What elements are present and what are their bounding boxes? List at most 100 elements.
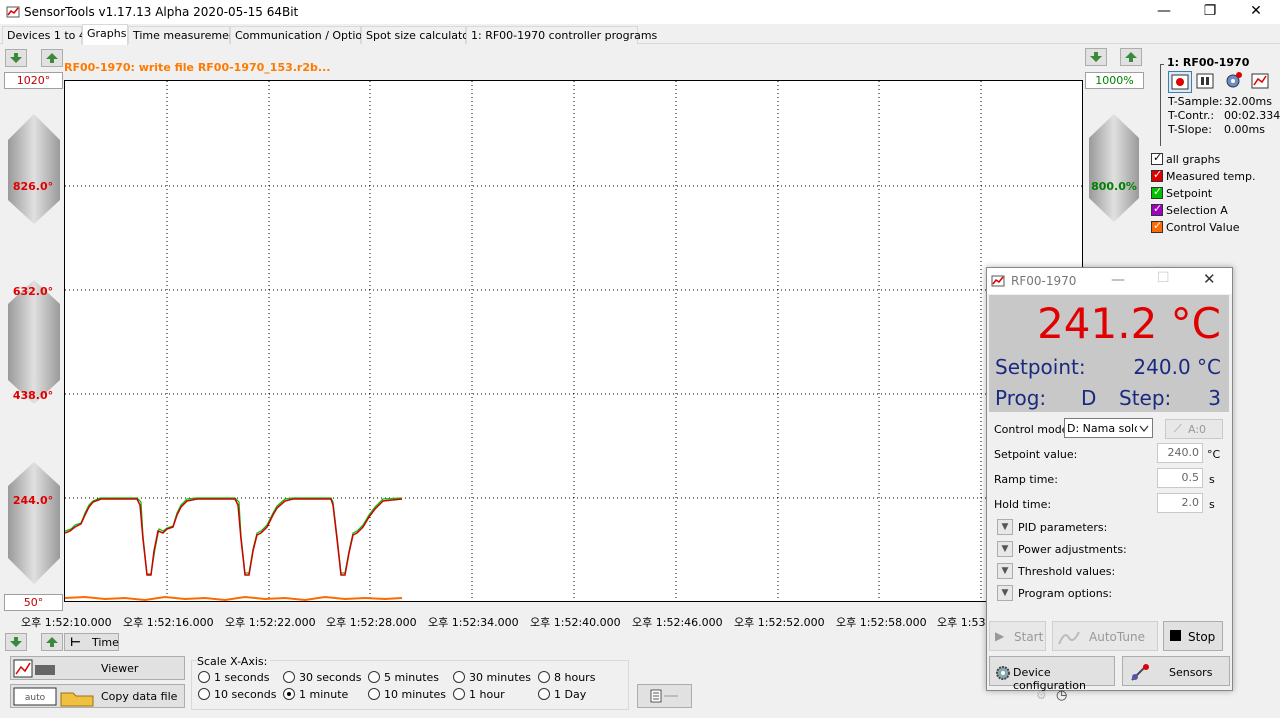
- power-expand-button[interactable]: ▼: [997, 541, 1013, 557]
- tab-devices[interactable]: Devices 1 to 4: [2, 26, 86, 44]
- threshold-expand-button[interactable]: ▼: [997, 563, 1013, 579]
- scale-8-hours[interactable]: 8 hours: [538, 671, 595, 684]
- close-button[interactable]: ✕: [1233, 0, 1279, 24]
- legend-toggle-button[interactable]: [637, 684, 692, 708]
- popup-title-bar: RF00-1970 — ☐ ✕: [987, 268, 1232, 294]
- control-mode-select[interactable]: D: Nama solde: [1064, 418, 1153, 438]
- tab-graphs[interactable]: Graphs: [82, 24, 128, 45]
- popup-maximize-button[interactable]: ☐: [1157, 270, 1170, 286]
- scale-30-minutes[interactable]: 30 minutes: [453, 671, 531, 684]
- graph-plot-area[interactable]: [64, 80, 1083, 602]
- right-scroll-up-button[interactable]: [1120, 48, 1142, 66]
- scale-10-minutes[interactable]: 10 minutes: [368, 688, 446, 701]
- scale-1-hour[interactable]: 1 hour: [453, 688, 505, 701]
- app-icon: [6, 6, 20, 18]
- hold-time-field[interactable]: 2.0: [1157, 493, 1203, 513]
- pid-parameters-label: PID parameters:: [1018, 521, 1108, 534]
- tab-spot-size[interactable]: Spot size calculator: [361, 26, 474, 44]
- right-axis-max-field[interactable]: 1000%: [1085, 72, 1144, 89]
- start-button[interactable]: ▶ Start: [989, 621, 1046, 651]
- setpoint-value-label: Setpoint value:: [994, 448, 1078, 461]
- scroll-arrow-shape: [8, 114, 60, 224]
- left-axis-min-field[interactable]: 50°: [4, 594, 63, 611]
- minimize-button[interactable]: —: [1141, 0, 1187, 24]
- setpoint-display: 240.0 °C: [1133, 355, 1221, 379]
- ramp-time-field[interactable]: 0.5: [1157, 468, 1203, 488]
- scale-10-seconds[interactable]: 10 seconds: [198, 688, 276, 701]
- scroll-up-button[interactable]: [41, 49, 63, 67]
- right-axis-scroller[interactable]: [1085, 90, 1143, 230]
- sensors-button[interactable]: Sensors: [1122, 656, 1230, 686]
- left-axis-max-field[interactable]: 1020°: [4, 72, 63, 89]
- device-configuration-button[interactable]: Device configuration: [989, 656, 1115, 692]
- graph-view-button[interactable]: [1249, 71, 1273, 93]
- status-icons: ⚙ ◷: [1030, 688, 1080, 706]
- scale-5-minutes[interactable]: 5 minutes: [368, 671, 439, 684]
- scale-30-seconds[interactable]: 30 seconds: [283, 671, 361, 684]
- autotune-label: AutoTune: [1089, 630, 1145, 644]
- program-options-expand-button[interactable]: ▼: [997, 585, 1013, 601]
- control-mode-value: D: Nama solde: [1067, 422, 1137, 435]
- bottom-scroll-up-button[interactable]: [41, 633, 63, 651]
- stop-icon: [1170, 630, 1181, 641]
- scale-1-minute[interactable]: 1 minute: [283, 688, 348, 701]
- popup-app-icon: [991, 275, 1005, 287]
- scale-1-day[interactable]: 1 Day: [538, 688, 586, 701]
- pause-button[interactable]: [1194, 71, 1218, 93]
- viewer-button[interactable]: Viewer: [10, 656, 185, 680]
- tab-time-measurement[interactable]: Time measurement: [128, 26, 240, 44]
- scroll-down-button[interactable]: [5, 49, 27, 67]
- wand-icon: ⟋: [1174, 422, 1182, 435]
- copy-data-file-button[interactable]: auto Copy data file: [10, 684, 185, 708]
- chevron-down-icon: [1139, 425, 1149, 432]
- measured-temp-series: [64, 498, 403, 576]
- right-y-tick-label: 800.0%: [1091, 180, 1137, 193]
- bottom-scroll-down-button[interactable]: [5, 633, 27, 651]
- x-tick-label: 오후 1:52:46.000: [632, 616, 723, 629]
- popup-minimize-button[interactable]: —: [1111, 272, 1125, 288]
- x-tick-label: 오후 1:52:28.000: [326, 616, 417, 629]
- right-scroll-down-button[interactable]: [1085, 48, 1107, 66]
- y-tick-label: 244.0°: [12, 494, 54, 507]
- settings-button[interactable]: [1222, 71, 1246, 93]
- stop-button[interactable]: Stop: [1163, 621, 1223, 651]
- ramp-time-label: Ramp time:: [994, 473, 1058, 486]
- pause-icon: [1196, 73, 1214, 89]
- legend-control-value[interactable]: Control Value: [1151, 219, 1239, 236]
- scale-1-seconds[interactable]: 1 seconds: [198, 671, 269, 684]
- legend-all-graphs[interactable]: all graphs: [1151, 151, 1220, 168]
- power-adjustments-label: Power adjustments:: [1018, 543, 1127, 556]
- a-button[interactable]: ⟋ A:0: [1165, 419, 1223, 439]
- device-panel-title: 1: RF00-1970: [1167, 56, 1250, 69]
- arrow-down-icon: [10, 637, 22, 647]
- autotune-button[interactable]: AutoTune: [1052, 621, 1158, 651]
- left-axis-scroller[interactable]: [4, 90, 64, 594]
- time-button[interactable]: ⊢ Time: [64, 633, 119, 651]
- time-cursor-icon: ⊢: [70, 635, 81, 649]
- window-title: SensorTools v1.17.13 Alpha 2020-05-15 64…: [24, 5, 299, 19]
- device-panel-bracket: [1160, 64, 1164, 146]
- t-contr-value: 00:02.334: [1224, 109, 1280, 122]
- a-button-label: A:0: [1188, 423, 1207, 436]
- maximize-button[interactable]: ❐: [1187, 0, 1233, 24]
- legend-measured-temp[interactable]: Measured temp.: [1151, 168, 1256, 185]
- arrow-down-icon: [10, 53, 22, 63]
- x-tick-label: 오후 1:52:22.000: [225, 616, 316, 629]
- record-button[interactable]: [1168, 71, 1192, 93]
- tab-communication[interactable]: Communication / Options: [230, 26, 375, 44]
- scroll-arrow-shape: [8, 462, 60, 584]
- setpoint-label: Setpoint:: [995, 355, 1086, 379]
- sensor-icon: [1131, 664, 1149, 681]
- legend-selection-a[interactable]: Selection A: [1151, 202, 1228, 219]
- pid-expand-button[interactable]: ▼: [997, 519, 1013, 535]
- popup-close-button[interactable]: ✕: [1203, 270, 1216, 288]
- tab-controller-programs[interactable]: 1: RF00-1970 controller programs: [466, 26, 657, 44]
- title-bar: SensorTools v1.17.13 Alpha 2020-05-15 64…: [0, 0, 1280, 24]
- time-button-label: Time: [92, 636, 119, 649]
- step-label: Step:: [1119, 386, 1172, 410]
- sensors-label: Sensors: [1169, 666, 1213, 679]
- setpoint-value-field[interactable]: 240.0: [1157, 443, 1203, 463]
- prog-label: Prog:: [995, 386, 1047, 410]
- legend-setpoint[interactable]: Setpoint: [1151, 185, 1212, 202]
- stop-label: Stop: [1188, 630, 1216, 644]
